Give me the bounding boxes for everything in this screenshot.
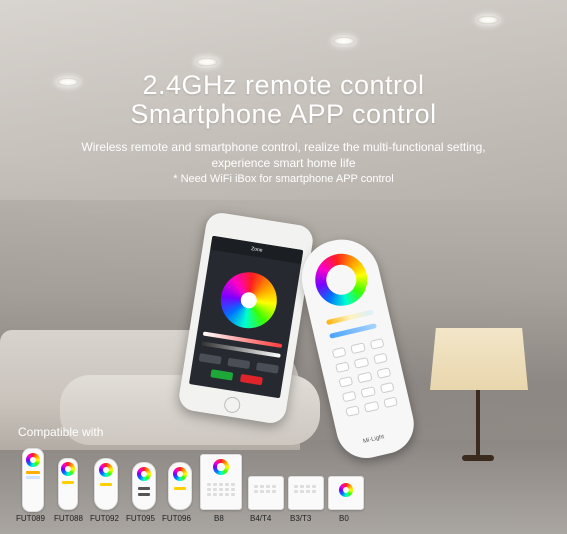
panel-thumb-icon xyxy=(328,476,364,510)
wifi-note: * Need WiFi iBox for smartphone APP cont… xyxy=(173,173,394,185)
remote-key xyxy=(331,346,347,359)
product-label: B0 xyxy=(339,514,349,523)
off-button xyxy=(239,373,263,386)
remote-thumb-icon xyxy=(58,458,78,510)
product-label: FUT089 xyxy=(16,514,45,523)
color-ring-icon xyxy=(99,463,113,477)
phone-screen: Zone xyxy=(188,235,304,399)
ceiling-light-icon xyxy=(477,16,499,24)
subtitle-line1: Wireless remote and smartphone control, … xyxy=(81,140,486,154)
page-title-line2: Smartphone APP control xyxy=(130,99,437,129)
lamp-base xyxy=(462,455,494,461)
remote-key xyxy=(357,371,373,384)
page-title-line1: 2.4GHz remote control xyxy=(142,70,425,100)
product-label: B4/T4 xyxy=(250,514,272,523)
mode-button xyxy=(198,353,222,365)
remote-brightness-strip xyxy=(329,323,378,339)
product-label: FUT092 xyxy=(90,514,119,523)
phone-screen-title: Zone xyxy=(210,235,304,264)
remote-key xyxy=(369,338,385,350)
product-label: FUT088 xyxy=(54,514,83,523)
strip xyxy=(174,487,186,490)
subtitle-line2: experience smart home life xyxy=(211,156,356,170)
lamp-icon xyxy=(430,328,528,390)
panel-keys xyxy=(207,483,235,496)
remote-key xyxy=(360,386,376,398)
mode-button xyxy=(255,362,279,374)
mode-button xyxy=(227,357,251,370)
remote-thumb-icon xyxy=(22,448,44,512)
color-ring-icon xyxy=(61,462,75,476)
ceiling-light-icon xyxy=(196,58,218,66)
remote-key xyxy=(341,390,357,403)
on-button xyxy=(210,369,234,381)
product-label: FUT095 xyxy=(126,514,155,523)
remote-key xyxy=(372,352,388,365)
color-ring-icon xyxy=(26,453,40,467)
remote-key xyxy=(376,367,392,380)
banner: 2.4GHz remote control Smartphone APP con… xyxy=(0,0,567,534)
strip xyxy=(138,487,150,490)
strip xyxy=(138,493,150,496)
panel-thumb-icon xyxy=(200,454,242,510)
lamp-stem xyxy=(476,390,480,460)
remote-key xyxy=(335,361,351,374)
compatible-label: Compatible with xyxy=(18,425,104,439)
strip xyxy=(62,481,74,484)
panel-thumb-icon xyxy=(288,476,324,510)
color-ring-icon xyxy=(339,483,353,497)
color-ring-icon xyxy=(213,459,229,475)
home-button-icon xyxy=(223,395,242,415)
compatible-products: FUT089 FUT088 FUT092 FUT095 FUT096 B8 B4… xyxy=(12,448,392,528)
remote-key xyxy=(345,405,361,417)
remote-key xyxy=(338,375,354,388)
product-label: FUT096 xyxy=(162,514,191,523)
panel-keys xyxy=(254,485,276,493)
remote-key xyxy=(382,396,398,409)
panel-keys xyxy=(294,485,316,493)
product-label: B3/T3 xyxy=(290,514,312,523)
strip xyxy=(26,471,40,474)
remote-brand-logo: Mi·Light xyxy=(362,434,385,445)
remote-thumb-icon xyxy=(94,458,118,510)
color-ring-icon xyxy=(137,467,151,481)
remote-key xyxy=(350,342,366,355)
remote-keypad xyxy=(331,338,398,417)
remote-key xyxy=(364,400,380,413)
remote-temperature-strip xyxy=(325,309,374,326)
remote-key xyxy=(353,356,369,369)
color-ring-icon xyxy=(173,467,187,481)
strip xyxy=(100,483,112,486)
panel-thumb-icon xyxy=(248,476,284,510)
strip xyxy=(26,476,40,479)
remote-thumb-icon xyxy=(132,462,156,510)
product-label: B8 xyxy=(214,514,224,523)
ceiling-light-icon xyxy=(333,37,355,45)
remote-thumb-icon xyxy=(168,462,192,510)
remote-key xyxy=(379,381,395,394)
